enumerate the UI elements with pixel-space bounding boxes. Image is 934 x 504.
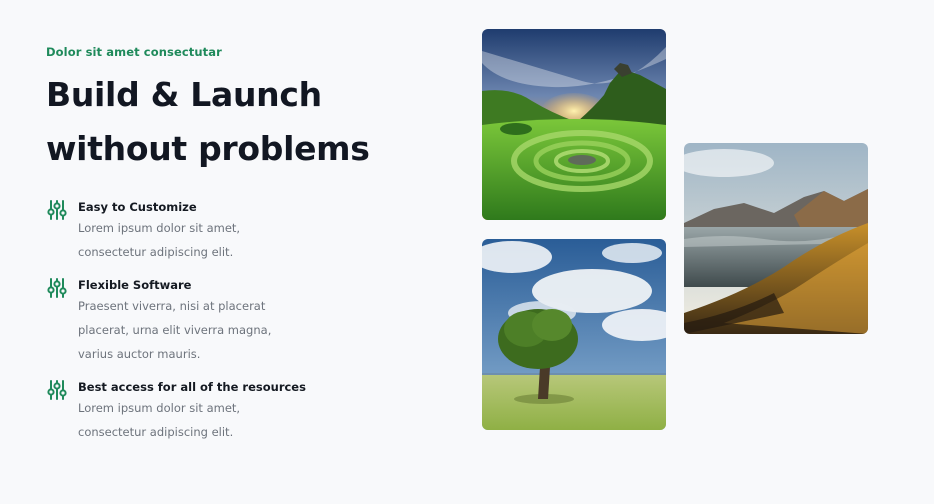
feature-description: Lorem ipsum dolor sit amet, consectetur … [78, 401, 241, 439]
headline-line-1: Build & Launch [46, 75, 322, 114]
page-title: Build & Launch without problems [46, 68, 426, 176]
feature-title: Flexible Software [78, 278, 192, 292]
photo-green-valley [482, 29, 666, 220]
sliders-icon [46, 199, 68, 221]
feature-item-flexible: Flexible Software Praesent viverra, nisi… [46, 276, 426, 366]
feature-item-customize: Easy to Customize Lorem ipsum dolor sit … [46, 198, 426, 264]
feature-description: Praesent viverra, nisi at placerat place… [78, 299, 272, 361]
eyebrow-text: Dolor sit amet consectutar [46, 45, 222, 59]
photo-lone-tree [482, 239, 666, 430]
headline-line-2: without problems [46, 129, 370, 168]
feature-list: Easy to Customize Lorem ipsum dolor sit … [46, 198, 426, 444]
sliders-icon [46, 379, 68, 401]
feature-description: Lorem ipsum dolor sit amet, consectetur … [78, 221, 241, 259]
hero-section: Dolor sit amet consectutar Build & Launc… [46, 44, 426, 456]
sliders-icon [46, 277, 68, 299]
feature-title: Best access for all of the resources [78, 380, 306, 394]
feature-title: Easy to Customize [78, 200, 197, 214]
photo-mountain-lake [684, 143, 868, 334]
feature-item-access: Best access for all of the resources Lor… [46, 378, 426, 444]
